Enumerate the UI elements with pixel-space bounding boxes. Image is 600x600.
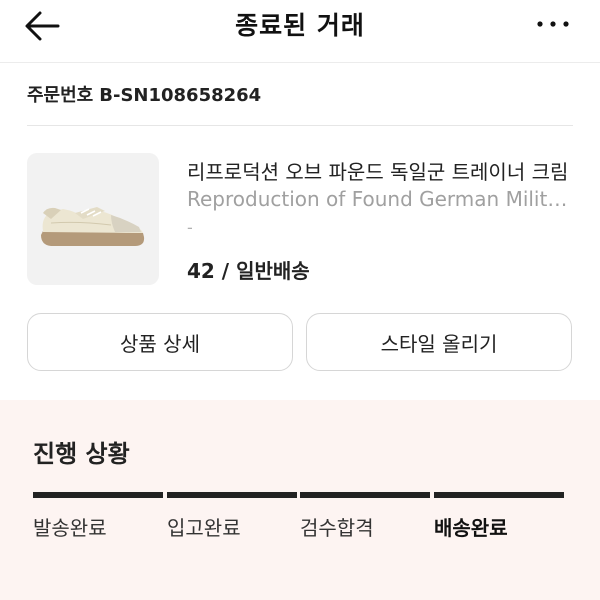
progress-bar-step-2 — [167, 492, 297, 498]
progress-step-label: 검수합격 — [300, 516, 374, 540]
page-title: 종료된 거래 — [235, 11, 365, 40]
progress-bar-step-4 — [434, 492, 564, 498]
header: 종료된 거래 — [0, 0, 600, 56]
product-image[interactable] — [27, 153, 159, 285]
page: 종료된 거래 주문번호 B-SN108658264 리프로덕션 오브 파운드 독… — [0, 0, 600, 600]
product-name-en[interactable]: Reproduction of Found German Military Tr… — [187, 187, 579, 211]
product-option: 42 / 일반배송 — [187, 259, 310, 283]
progress-step-label: 발송완료 — [33, 516, 107, 540]
progress-bar-step-1 — [33, 492, 163, 498]
product-detail-button[interactable]: 상품 상세 — [27, 313, 293, 371]
more-dots-icon — [537, 21, 569, 27]
progress-step-label-current: 배송완료 — [434, 516, 508, 540]
more-button[interactable] — [536, 16, 570, 32]
progress-section: 진행 상황 발송완료 입고완료 검수합격 배송완료 — [0, 400, 600, 600]
product-name-ko[interactable]: 리프로덕션 오브 파운드 독일군 트레이너 크림 — [187, 156, 579, 185]
order-number-value: B-SN108658264 — [99, 85, 262, 106]
progress-step-label: 입고완료 — [167, 516, 241, 540]
order-divider — [27, 125, 573, 126]
order-number: 주문번호 B-SN108658264 — [27, 81, 261, 107]
progress-bar-step-3 — [300, 492, 430, 498]
sneaker-image — [41, 207, 145, 246]
progress-title: 진행 상황 — [33, 440, 130, 468]
order-number-label: 주문번호 — [27, 85, 94, 106]
product-sub: - — [187, 218, 193, 237]
header-divider — [0, 62, 600, 63]
post-style-button[interactable]: 스타일 올리기 — [306, 313, 572, 371]
